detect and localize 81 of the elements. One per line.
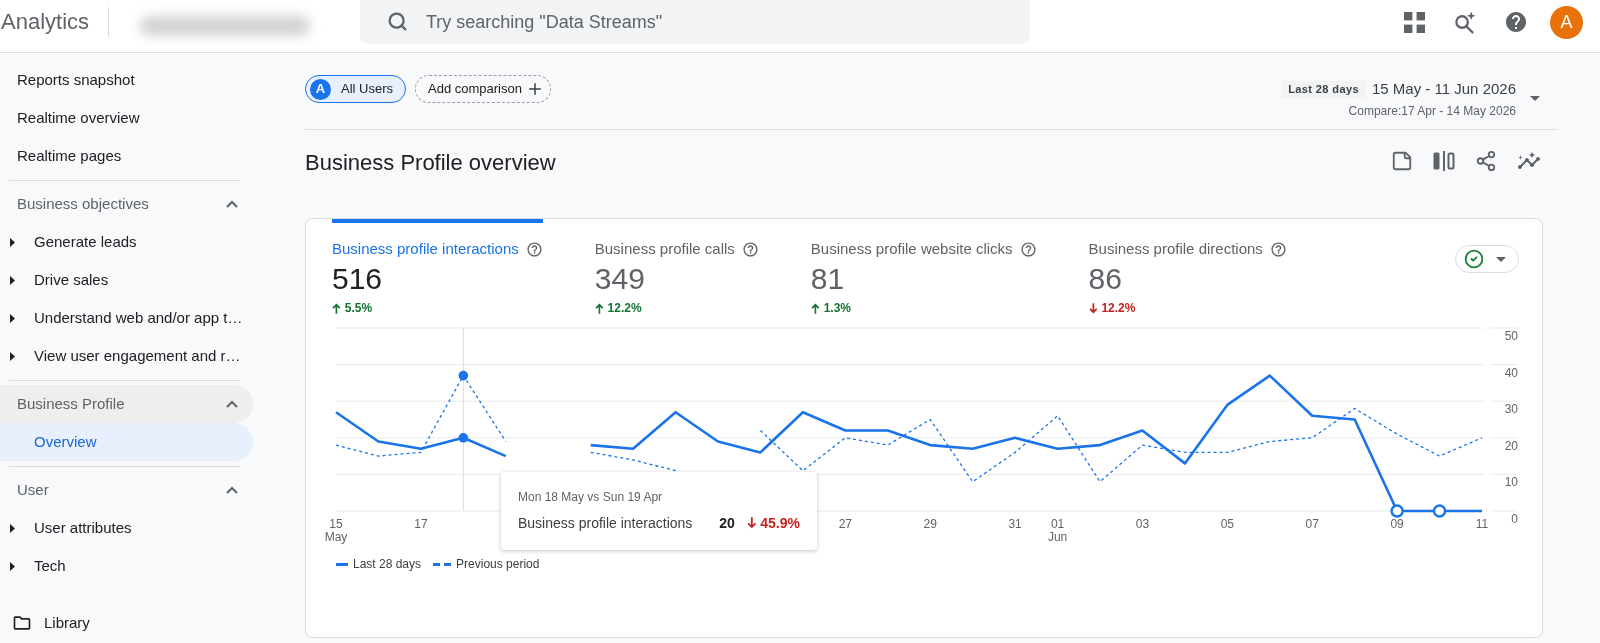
y-axis-label: 0 (1511, 512, 1518, 526)
hover-point (458, 433, 469, 443)
compare-columns-icon[interactable] (1433, 151, 1455, 171)
metric-tab[interactable]: Business profile directions 86 12.2% (1088, 219, 1287, 316)
nav-item[interactable]: Understand web and/or app t… (0, 299, 253, 337)
tooltip-value: 20 (719, 513, 735, 533)
metric-tab[interactable]: Business profile calls 349 12.2% (594, 219, 759, 316)
x-axis-label: 29 (923, 517, 937, 531)
metric-tab[interactable]: Business profile interactions 516 5.5% (332, 219, 543, 316)
nav-item[interactable]: Generate leads (0, 223, 253, 261)
metric-change: 5.5% (344, 300, 373, 317)
search-icon (387, 11, 408, 32)
compare-range-text: Compare:17 Apr - 14 May 2026 (1348, 103, 1516, 119)
apps-grid-icon[interactable] (1404, 11, 1425, 33)
nav-item[interactable]: Realtime pages (0, 137, 253, 175)
metric-change: 1.3% (823, 300, 851, 317)
y-axis-label: 30 (1504, 402, 1518, 417)
tooltip-metric-label: Business profile interactions (518, 513, 693, 533)
chevron-up-icon (226, 486, 238, 494)
solid-line-legend-icon (336, 562, 348, 566)
tooltip-date: Mon 18 May vs Sun 19 Apr (518, 489, 663, 506)
page-title: Business Profile overview (305, 149, 556, 177)
metric-tab[interactable]: Business profile website clicks 81 1.3% (810, 219, 1037, 316)
dashed-line-legend-icon (433, 562, 452, 566)
x-axis-label: 07 (1305, 517, 1319, 531)
segment-badge: A (310, 78, 331, 100)
x-axis-label: 17 (414, 517, 428, 531)
x-axis-label: 31 (1008, 517, 1022, 531)
app-name[interactable]: Analytics (1, 8, 90, 36)
chevron-up-icon (226, 200, 238, 208)
note-icon[interactable] (1391, 150, 1413, 172)
check-circle-icon (1464, 249, 1484, 269)
x-axis-label: 11 (1475, 517, 1489, 531)
nav-section-header[interactable]: Business objectives (0, 185, 253, 223)
x-axis-label: 05 (1220, 517, 1234, 531)
y-axis-label: 20 (1504, 438, 1518, 453)
y-axis-label: 40 (1504, 365, 1518, 380)
chevron-up-icon (226, 400, 238, 408)
nav-item[interactable]: Drive sales (0, 261, 253, 299)
help-icon[interactable] (1269, 240, 1287, 258)
nav-section-header[interactable]: Business Profile (0, 385, 253, 423)
folder-icon (12, 613, 32, 633)
caret-down-icon[interactable] (1530, 96, 1540, 101)
nav-item[interactable]: Tech (0, 547, 253, 585)
search-field[interactable]: Try searching "Data Streams" (360, 0, 1030, 44)
nav-item[interactable]: View user engagement and r… (0, 337, 253, 375)
y-axis-label: 10 (1504, 475, 1518, 490)
legend-label: Previous period (456, 556, 540, 573)
help-icon[interactable] (1504, 10, 1528, 34)
help-icon[interactable] (525, 240, 543, 258)
x-axis-label: 15 May (324, 517, 348, 544)
share-icon[interactable] (1475, 150, 1497, 172)
hollow-point-marker (1390, 504, 1404, 518)
library-link[interactable]: Library (0, 605, 256, 641)
nav-section-header[interactable]: User (0, 471, 253, 509)
x-axis-label: 27 (838, 517, 852, 531)
y-axis-label: 50 (1504, 329, 1518, 343)
help-icon[interactable] (741, 240, 759, 258)
nav-item[interactable]: User attributes (0, 509, 253, 547)
segment-chip[interactable]: A All Users (305, 75, 406, 103)
nav-item[interactable]: Realtime overview (0, 99, 253, 137)
caret-down-icon[interactable] (1496, 256, 1506, 262)
nav-item[interactable]: Overview (0, 423, 253, 461)
metric-value: 516 (332, 261, 383, 297)
tooltip-change: 45.9% (760, 513, 800, 533)
metric-value: 81 (810, 261, 845, 297)
search-sparkle-icon[interactable] (1453, 10, 1476, 34)
metric-change: 12.2% (607, 300, 642, 317)
metric-change: 12.2% (1101, 300, 1136, 317)
metric-value: 86 (1088, 261, 1122, 297)
help-icon[interactable] (1019, 240, 1037, 258)
nav-item[interactable]: Reports snapshot (0, 61, 253, 99)
hover-point (458, 370, 469, 381)
x-axis-label: 09 (1390, 517, 1404, 531)
date-range-text[interactable]: 15 May - 11 Jun 2026 (1372, 77, 1516, 101)
date-preset-badge: Last 28 days (1282, 80, 1365, 98)
x-axis-label: 03 (1135, 517, 1150, 531)
legend-label: Last 28 days (353, 556, 422, 573)
x-axis-label: 01 Jun (1047, 517, 1068, 544)
hollow-point-marker (1432, 504, 1447, 518)
metric-value: 349 (594, 261, 645, 297)
